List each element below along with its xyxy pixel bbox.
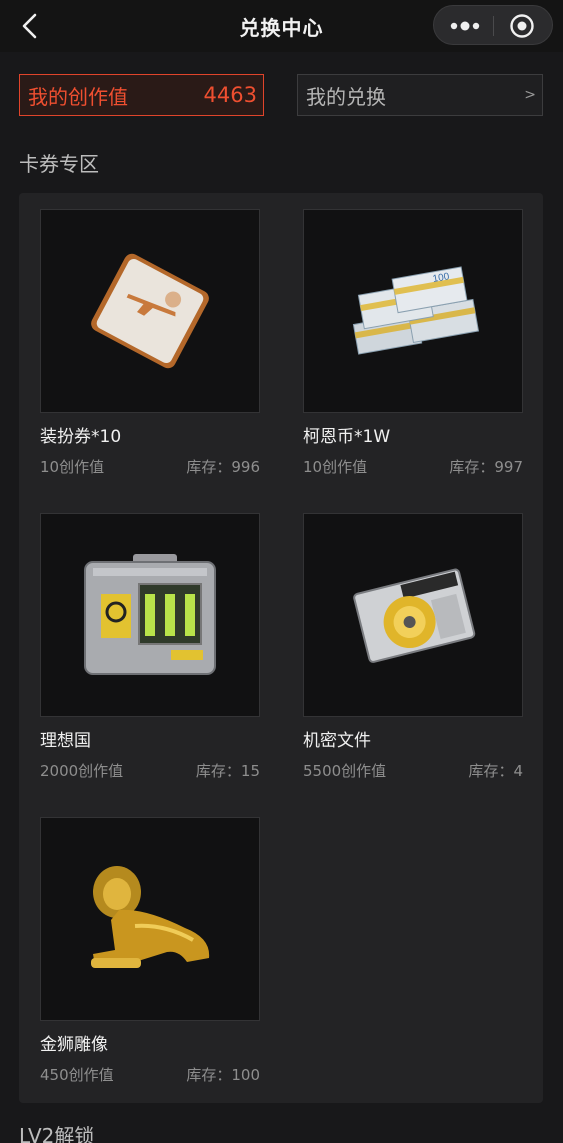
item-cost: 450创作值 <box>40 1066 114 1084</box>
secret-disc-icon <box>303 513 523 717</box>
mini-program-capsule <box>433 5 553 45</box>
item-stock: 库存：4 <box>468 762 523 780</box>
creation-value-amount: 4463 <box>203 83 257 107</box>
item-cost: 2000创作值 <box>40 762 124 780</box>
item-stock: 库存：100 <box>186 1066 260 1084</box>
section-title-lv2: LV2解锁 <box>19 1124 95 1143</box>
target-close-icon[interactable] <box>508 13 536 39</box>
item-name: 理想国 <box>40 731 91 751</box>
my-exchange-button[interactable]: 我的兑换 > <box>297 74 543 116</box>
item-cost: 5500创作值 <box>303 762 387 780</box>
my-exchange-label: 我的兑换 <box>306 84 386 109</box>
section-title-cards: 卡券专区 <box>19 152 99 176</box>
item-card[interactable]: 装扮券*10 10创作值 库存：996 <box>40 209 260 477</box>
item-name: 机密文件 <box>303 731 371 751</box>
item-stock: 库存：996 <box>186 458 260 476</box>
item-stock: 库存：15 <box>195 762 260 780</box>
outfit-ticket-icon <box>40 209 260 413</box>
gold-lion-icon <box>40 817 260 1021</box>
item-name: 金狮雕像 <box>40 1035 108 1055</box>
item-cost: 10创作值 <box>303 458 368 476</box>
item-cost: 10创作值 <box>40 458 105 476</box>
capsule-divider <box>493 16 494 36</box>
nav-bar: 兑换中心 <box>0 0 563 52</box>
item-card[interactable]: 机密文件 5500创作值 库存：4 <box>303 513 523 781</box>
item-card[interactable]: 100 柯恩币*1W 10创作值 库存：997 <box>303 209 523 477</box>
item-name: 柯恩币*1W <box>303 427 391 447</box>
item-card[interactable]: 理想国 2000创作值 库存：15 <box>40 513 260 781</box>
item-name: 装扮券*10 <box>40 427 122 447</box>
more-dots-icon[interactable] <box>448 15 482 37</box>
item-stock: 库存：997 <box>449 458 523 476</box>
cards-panel: 装扮券*10 10创作值 库存：996 100 柯恩币*1W 10创作值 库存：… <box>19 193 543 1103</box>
chevron-right-icon: > <box>524 87 536 103</box>
my-creation-value-box[interactable]: 我的创作值 4463 <box>19 74 264 116</box>
creation-value-label: 我的创作值 <box>28 84 128 109</box>
banknote-stack-icon: 100 <box>303 209 523 413</box>
item-card[interactable]: 金狮雕像 450创作值 库存：100 <box>40 817 260 1085</box>
biohazard-crate-icon <box>40 513 260 717</box>
